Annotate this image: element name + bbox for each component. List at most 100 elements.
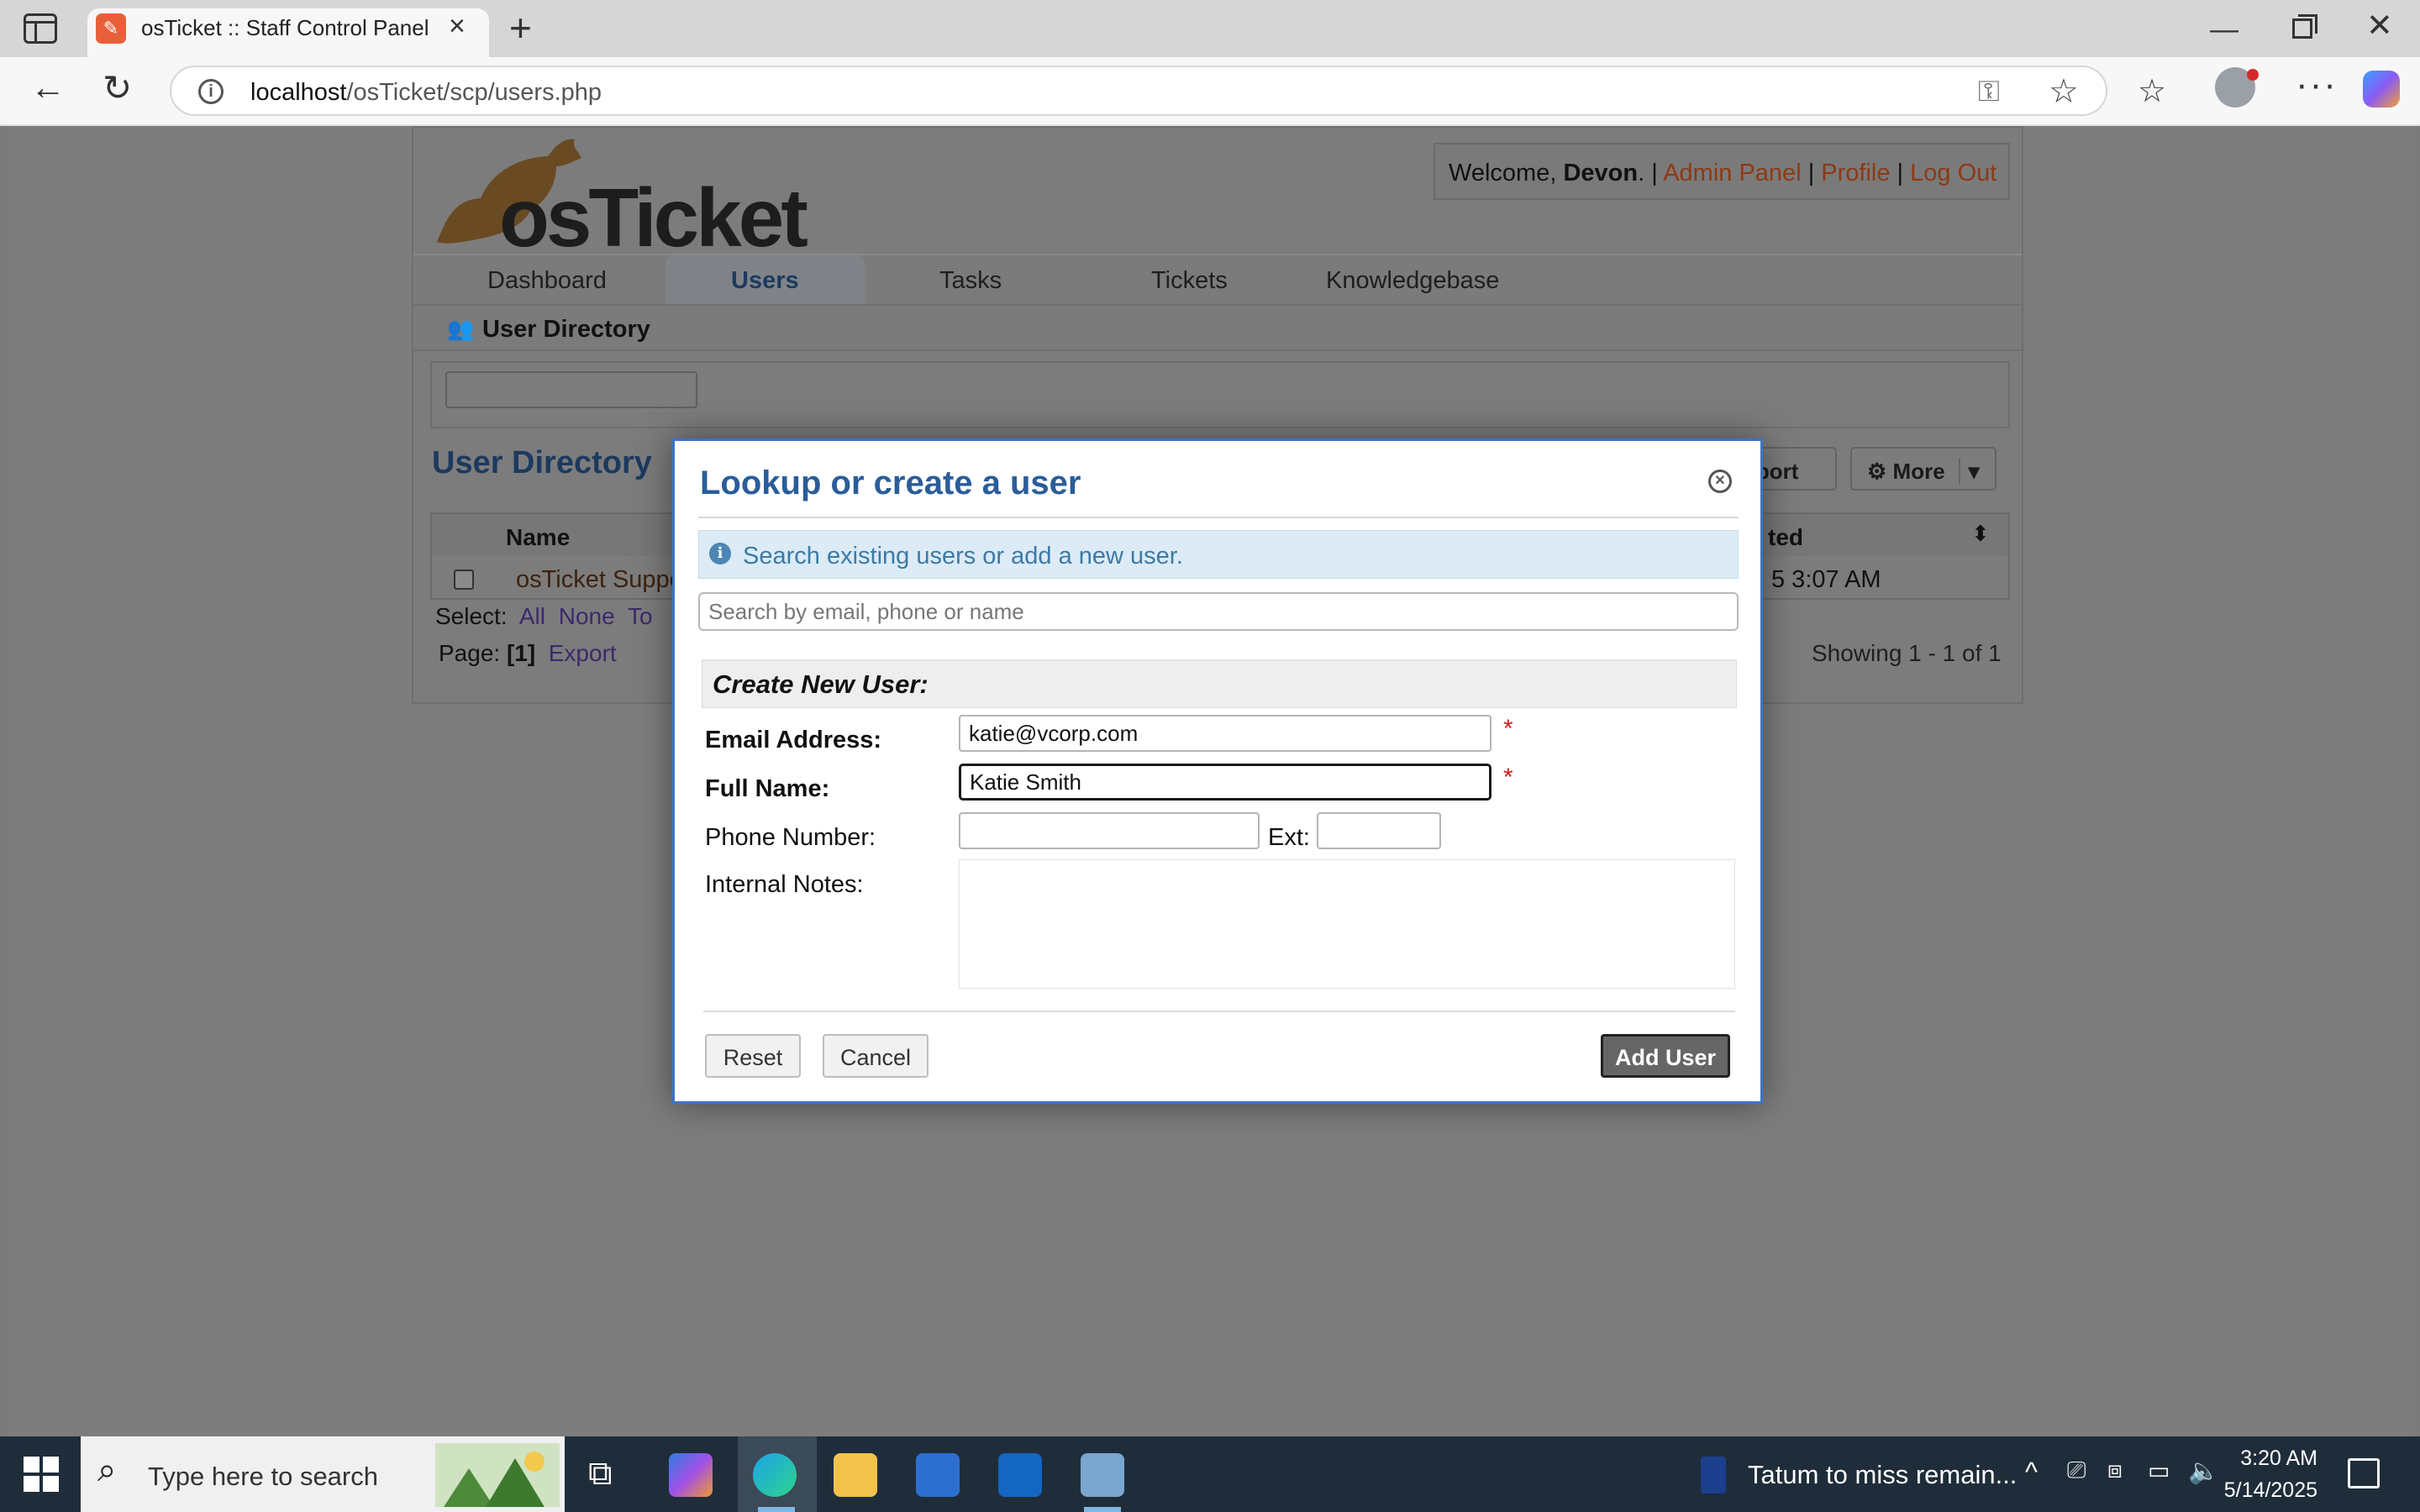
favorite-star-icon[interactable]: ☆ xyxy=(2049,72,2079,111)
row-checkbox[interactable] xyxy=(454,570,474,590)
osticket-logo[interactable]: osTicket xyxy=(430,133,808,259)
microsoft-store-icon[interactable] xyxy=(916,1453,960,1497)
directory-search-input[interactable] xyxy=(445,371,697,408)
sub-nav: 👥 User Directory xyxy=(413,304,2022,351)
tab-title: osTicket :: Staff Control Panel xyxy=(141,15,429,40)
tab-knowledgebase[interactable]: Knowledgebase xyxy=(1326,267,1499,295)
fullname-field[interactable] xyxy=(959,764,1491,801)
subnav-user-directory[interactable]: User Directory xyxy=(482,316,650,344)
search-icon: ⌕ xyxy=(97,1452,117,1488)
column-created[interactable]: ted xyxy=(1768,524,1803,551)
select-toggle-link[interactable]: To xyxy=(628,603,653,629)
email-required-mark: * xyxy=(1503,715,1513,743)
select-none-link[interactable]: None xyxy=(559,603,615,629)
restore-icon[interactable] xyxy=(2292,14,2317,39)
directory-search-area xyxy=(430,361,2010,428)
favorites-icon[interactable]: ☆ xyxy=(2138,72,2166,110)
tab-dashboard[interactable]: Dashboard xyxy=(487,267,607,295)
staff-name: Devon xyxy=(1563,160,1639,186)
minimize-icon[interactable]: — xyxy=(2210,15,2238,44)
dialog-title: Lookup or create a user xyxy=(700,465,1081,501)
clock-time[interactable]: 3:20 AM xyxy=(2237,1446,2317,1471)
export-link[interactable]: Export xyxy=(549,640,617,666)
cancel-button[interactable]: Cancel xyxy=(823,1034,929,1078)
reload-icon[interactable]: ↻ xyxy=(103,67,132,108)
meet-now-icon[interactable]: ⎚ xyxy=(2067,1457,2086,1484)
dialog-close-icon[interactable]: ✕ xyxy=(1708,470,1732,493)
info-banner: i Search existing users or add a new use… xyxy=(698,530,1739,579)
search-highlight-illustration-icon xyxy=(435,1443,560,1507)
gear-icon: ⚙ xyxy=(1867,459,1893,484)
sort-icon[interactable]: ⬍ xyxy=(1971,521,1990,547)
windows-start-icon[interactable] xyxy=(24,1457,59,1492)
password-key-icon[interactable]: ⚿ xyxy=(1978,76,2000,108)
edge-browser-icon[interactable] xyxy=(753,1453,797,1497)
tab-actions-icon[interactable] xyxy=(24,13,57,44)
email-label: Email Address: xyxy=(705,727,882,753)
copilot-taskbar-icon[interactable] xyxy=(669,1453,713,1497)
title-divider xyxy=(698,517,1739,518)
back-icon[interactable]: ← xyxy=(30,67,66,108)
select-controls: Select: All None To xyxy=(435,603,653,629)
tab-tickets[interactable]: Tickets xyxy=(1151,267,1228,295)
pagination: Page: [1] Export xyxy=(439,640,617,666)
profile-link[interactable]: Profile xyxy=(1821,160,1890,186)
copilot-icon[interactable] xyxy=(2363,71,2400,108)
network-icon[interactable]: ▭ xyxy=(2148,1457,2170,1484)
email-field[interactable] xyxy=(959,715,1491,752)
osticket-favicon-icon: ✎ xyxy=(96,13,126,44)
notifications-icon[interactable] xyxy=(2348,1458,2380,1488)
fullname-label: Full Name: xyxy=(705,775,830,802)
select-all-link[interactable]: All xyxy=(519,603,545,629)
browser-tab-bar: ✎ osTicket :: Staff Control Panel × + — … xyxy=(0,0,2420,57)
tray-app-icon[interactable]: ⧈ xyxy=(2107,1457,2123,1484)
address-bar[interactable]: i localhost/osTicket/scp/users.php ⚿ ☆ xyxy=(170,66,2107,116)
outlook-icon[interactable] xyxy=(998,1453,1042,1497)
browser-toolbar: ← ↻ i localhost/osTicket/scp/users.php ⚿… xyxy=(0,57,2420,126)
site-info-icon[interactable]: i xyxy=(198,79,224,104)
main-nav: Dashboard Users Tasks Tickets Knowledgeb… xyxy=(413,254,2022,306)
logout-link[interactable]: Log Out xyxy=(1910,160,1996,186)
edge-running-indicator xyxy=(758,1507,795,1512)
tab-tasks[interactable]: Tasks xyxy=(939,267,1002,295)
page-title: User Directory xyxy=(432,445,652,480)
window-close-icon[interactable]: ✕ xyxy=(2366,10,2393,42)
internal-notes-field[interactable] xyxy=(959,859,1735,989)
page-viewport: osTicket Welcome, Devon. | Admin Panel |… xyxy=(7,126,2415,1436)
column-name[interactable]: Name xyxy=(506,524,570,551)
clock-date[interactable]: 5/14/2025 xyxy=(2220,1478,2317,1503)
footer-divider xyxy=(703,1011,1735,1012)
phone-field[interactable] xyxy=(959,812,1260,849)
user-lookup-search-input[interactable] xyxy=(698,592,1739,631)
more-options-icon[interactable]: ··· xyxy=(2296,64,2338,106)
taskbar-search-box[interactable]: ⌕ Type here to search xyxy=(81,1436,565,1512)
reset-button[interactable]: Reset xyxy=(705,1034,801,1078)
row-user-name[interactable]: osTicket Suppo xyxy=(516,566,683,594)
profile-notification-dot xyxy=(2247,69,2259,81)
taskbar-search-placeholder: Type here to search xyxy=(148,1462,378,1491)
file-explorer-icon[interactable] xyxy=(834,1453,877,1497)
tab-users[interactable]: Users xyxy=(666,255,865,306)
showing-count: Showing 1 - 1 of 1 xyxy=(1812,640,2002,666)
caret-down-icon: ▾ xyxy=(1958,459,1980,484)
more-button[interactable]: ⚙ More ▾ xyxy=(1850,447,1996,491)
task-view-icon[interactable]: ⧉ xyxy=(588,1455,613,1493)
news-nba-icon xyxy=(1701,1457,1726,1494)
info-text: Search existing users or add a new user. xyxy=(743,543,1183,570)
volume-icon[interactable]: 🔈 xyxy=(2188,1457,2219,1486)
fullname-required-mark: * xyxy=(1503,764,1513,791)
add-user-button[interactable]: Add User xyxy=(1601,1034,1730,1078)
tray-expand-icon[interactable]: ^ xyxy=(2025,1457,2038,1488)
app-icon[interactable] xyxy=(1081,1453,1124,1497)
news-ticker[interactable]: Tatum to miss remain... xyxy=(1748,1460,2017,1490)
ext-field[interactable] xyxy=(1317,812,1441,849)
admin-panel-link[interactable]: Admin Panel xyxy=(1663,160,1801,186)
new-tab-icon[interactable]: + xyxy=(509,8,532,47)
current-page: [1] xyxy=(506,640,536,666)
url-text[interactable]: localhost/osTicket/scp/users.php xyxy=(250,79,602,107)
tab-close-icon[interactable]: × xyxy=(449,12,466,40)
phone-label: Phone Number: xyxy=(705,824,876,851)
info-icon: i xyxy=(709,543,731,564)
app-running-indicator xyxy=(1084,1507,1121,1512)
ext-label: Ext: xyxy=(1268,824,1310,851)
